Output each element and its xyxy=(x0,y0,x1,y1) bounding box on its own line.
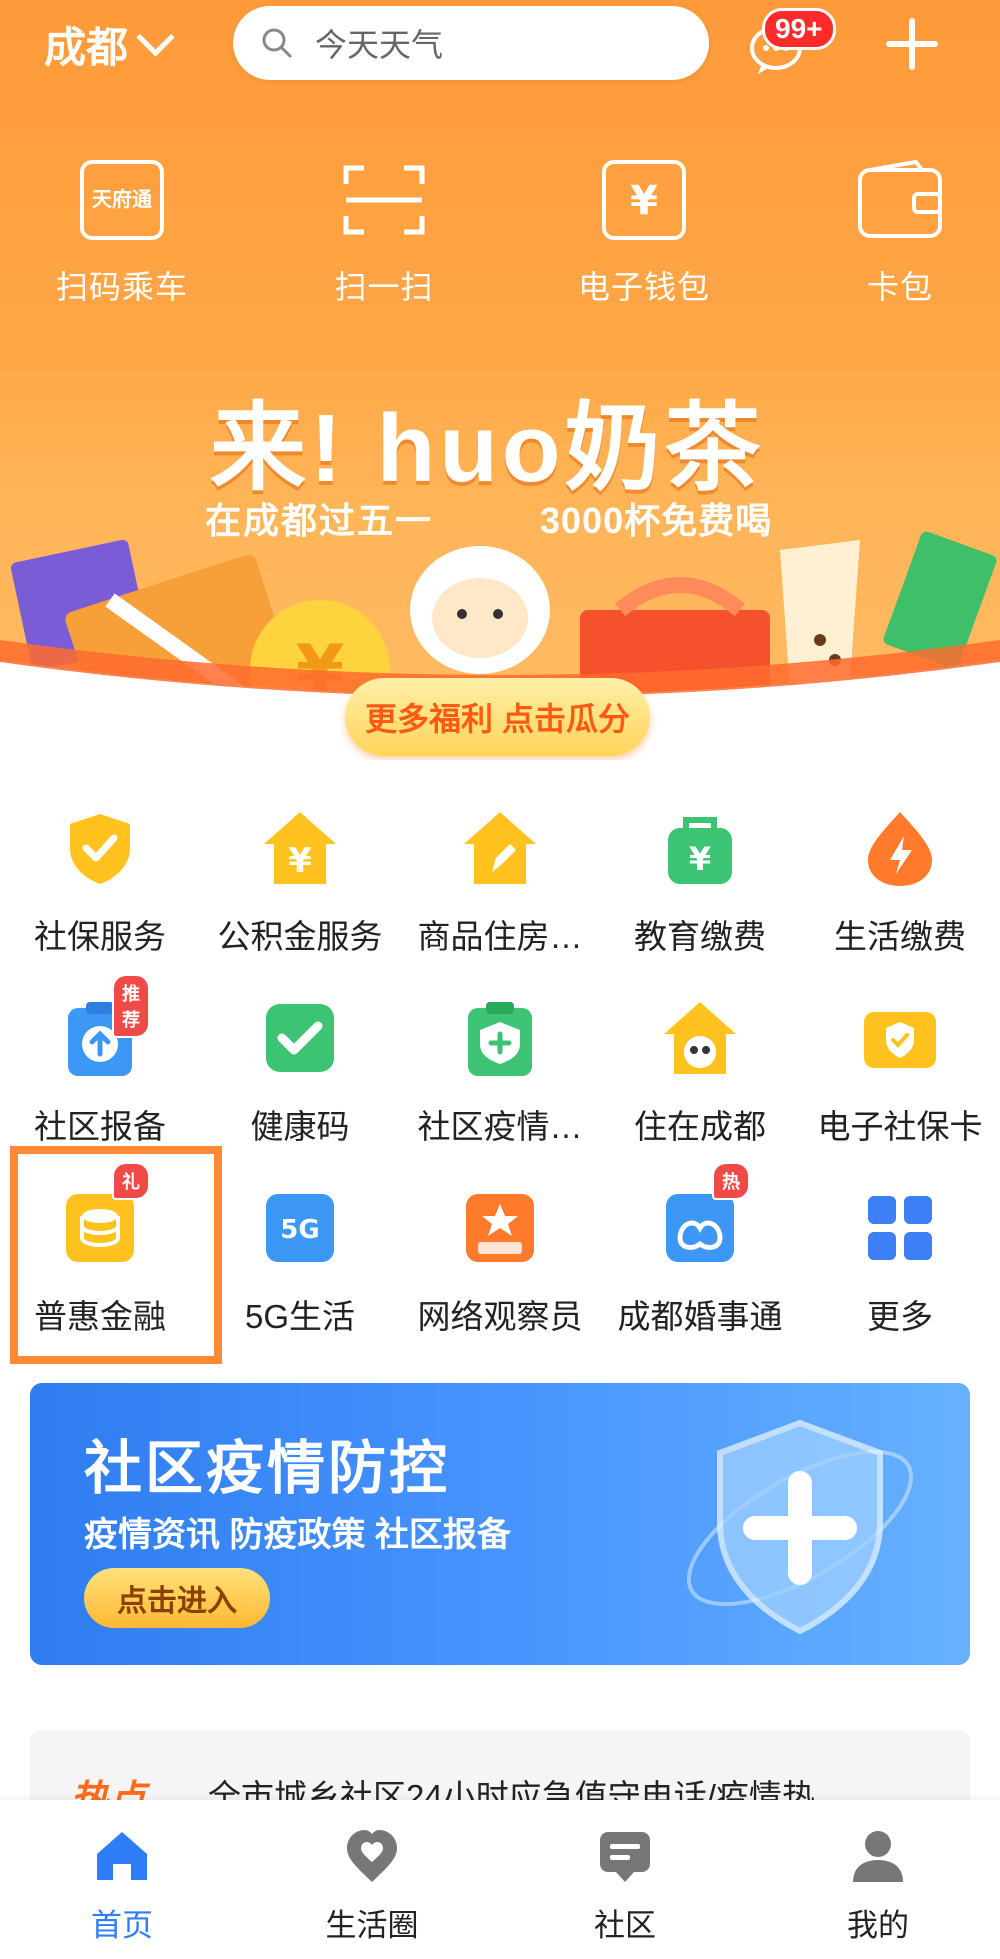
svg-text:¥: ¥ xyxy=(689,840,711,878)
service-label: 健康码 xyxy=(250,1108,350,1145)
house-yen-icon: ¥ xyxy=(264,812,336,884)
service-commercial-housing[interactable]: 商品住房… xyxy=(400,808,600,958)
service-e-social-card[interactable]: 电子社保卡 xyxy=(800,998,1000,1148)
service-5g-life[interactable]: 5G 5G生活 xyxy=(200,1188,400,1338)
house-pen-icon xyxy=(464,812,536,884)
promo-title: 来! huo奶茶 xyxy=(210,395,765,502)
service-label: 教育缴费 xyxy=(634,918,766,955)
search-bar[interactable]: 今天天气 xyxy=(233,6,709,80)
service-marriage[interactable]: 热 成都婚事通 xyxy=(600,1162,800,1338)
service-label: 成都婚事通 xyxy=(617,1298,783,1335)
bottom-tab-bar: 首页 生活圈 社区 我的 xyxy=(0,1800,1000,1959)
service-live-in-chengdu[interactable]: 住在成都 xyxy=(600,998,800,1148)
service-label: 更多 xyxy=(867,1298,933,1335)
card-wallet-icon xyxy=(858,160,942,238)
service-label: 公积金服务 xyxy=(217,918,383,955)
card-shield-icon xyxy=(864,1012,936,1068)
svg-text:5G: 5G xyxy=(280,1215,319,1245)
service-social-security[interactable]: 社保服务 xyxy=(0,808,200,958)
svg-text:¥: ¥ xyxy=(288,841,312,881)
tab-label: 社区 xyxy=(594,1908,656,1943)
service-label: 电子社保卡 xyxy=(817,1108,983,1145)
hot-tag: 热 xyxy=(712,1162,750,1200)
5g-icon: 5G xyxy=(266,1194,334,1262)
tab-mine[interactable]: 我的 xyxy=(798,1828,958,1945)
service-utility-payment[interactable]: 生活缴费 xyxy=(800,808,1000,958)
welfare-button[interactable]: 更多福利 点击瓜分 xyxy=(345,678,650,756)
marriage-icon xyxy=(666,1194,734,1262)
svg-text:天府通: 天府通 xyxy=(92,187,152,211)
service-label: 社区疫情… xyxy=(417,1108,583,1145)
quick-action-scan[interactable]: 扫一扫 xyxy=(274,160,494,308)
yen-wallet-icon: ¥ xyxy=(602,160,686,240)
quick-action-label: 卡包 xyxy=(866,269,933,305)
service-label: 生活缴费 xyxy=(834,918,966,955)
grid-more-icon xyxy=(868,1196,932,1260)
home-icon xyxy=(97,1832,147,1880)
covid-banner-title: 社区疫情防控 xyxy=(84,1436,451,1501)
tianfutong-icon: 天府通 xyxy=(80,160,164,240)
city-selector[interactable]: 成都 xyxy=(44,14,175,75)
service-education-payment[interactable]: ¥ 教育缴费 xyxy=(600,808,800,958)
message-count-badge: 99+ xyxy=(762,8,836,50)
bag-yen-icon: ¥ xyxy=(668,817,732,884)
covid-enter-button[interactable]: 点击进入 xyxy=(84,1568,270,1628)
tab-home[interactable]: 首页 xyxy=(42,1828,202,1945)
search-placeholder: 今天天气 xyxy=(315,27,444,63)
quick-action-card-wallet[interactable]: 卡包 xyxy=(790,160,1000,308)
chevron-down-icon xyxy=(136,18,175,57)
service-label: 社保服务 xyxy=(34,918,166,955)
service-label: 5G生活 xyxy=(244,1298,356,1335)
chat-icon xyxy=(600,1832,650,1882)
quick-action-label: 扫码乘车 xyxy=(55,269,188,305)
scan-icon xyxy=(343,165,425,235)
service-network-observer[interactable]: 网络观察员 xyxy=(400,1188,600,1338)
observer-star-icon xyxy=(466,1194,534,1262)
quick-action-label: 电子钱包 xyxy=(577,269,710,305)
tab-community[interactable]: 社区 xyxy=(545,1828,705,1945)
quick-action-scan-ride[interactable]: 天府通 扫码乘车 xyxy=(12,160,232,308)
heart-check-icon xyxy=(266,1004,334,1072)
service-health-code[interactable]: 健康码 xyxy=(200,998,400,1148)
heart-location-icon xyxy=(347,1830,397,1882)
clipboard-plus-icon xyxy=(468,1002,532,1076)
tab-label: 首页 xyxy=(91,1908,153,1943)
hero-banner: 成都 今天天气 99+ 天府通 扫码乘车 扫一扫 ¥ 电子钱包 卡包 来! hu… xyxy=(0,0,1000,760)
service-label: 商品住房… xyxy=(417,918,583,955)
shield-plus-icon xyxy=(686,1419,914,1635)
service-community-epidemic[interactable]: 社区疫情… xyxy=(400,998,600,1148)
tab-label: 我的 xyxy=(847,1908,909,1943)
covid-banner-subtitle: 疫情资讯 防疫政策 社区报备 xyxy=(84,1516,511,1554)
tab-label: 生活圈 xyxy=(325,1908,419,1943)
lightning-drop-icon xyxy=(868,812,932,886)
service-housing-fund[interactable]: ¥ 公积金服务 xyxy=(200,808,400,958)
add-icon[interactable] xyxy=(884,16,940,72)
recommend-tag: 推荐 xyxy=(112,974,150,1038)
service-label: 网络观察员 xyxy=(417,1298,583,1335)
service-label: 社区报备 xyxy=(34,1108,166,1145)
service-community-report[interactable]: 推荐 社区报备 xyxy=(0,974,200,1148)
city-name: 成都 xyxy=(44,24,129,71)
quick-action-wallet[interactable]: ¥ 电子钱包 xyxy=(534,160,754,308)
panda-house-icon xyxy=(664,1002,736,1074)
service-more[interactable]: 更多 xyxy=(800,1188,1000,1338)
svg-text:¥: ¥ xyxy=(630,178,658,224)
covid-banner[interactable]: 社区疫情防控 疫情资讯 防疫政策 社区报备 点击进入 xyxy=(30,1383,970,1665)
shield-check-icon xyxy=(70,814,130,884)
service-label: 住在成都 xyxy=(634,1108,766,1145)
tab-life-circle[interactable]: 生活圈 xyxy=(292,1828,452,1945)
quick-action-label: 扫一扫 xyxy=(334,269,434,305)
search-icon xyxy=(262,28,292,58)
selection-highlight xyxy=(10,1146,222,1364)
user-icon xyxy=(853,1831,903,1882)
